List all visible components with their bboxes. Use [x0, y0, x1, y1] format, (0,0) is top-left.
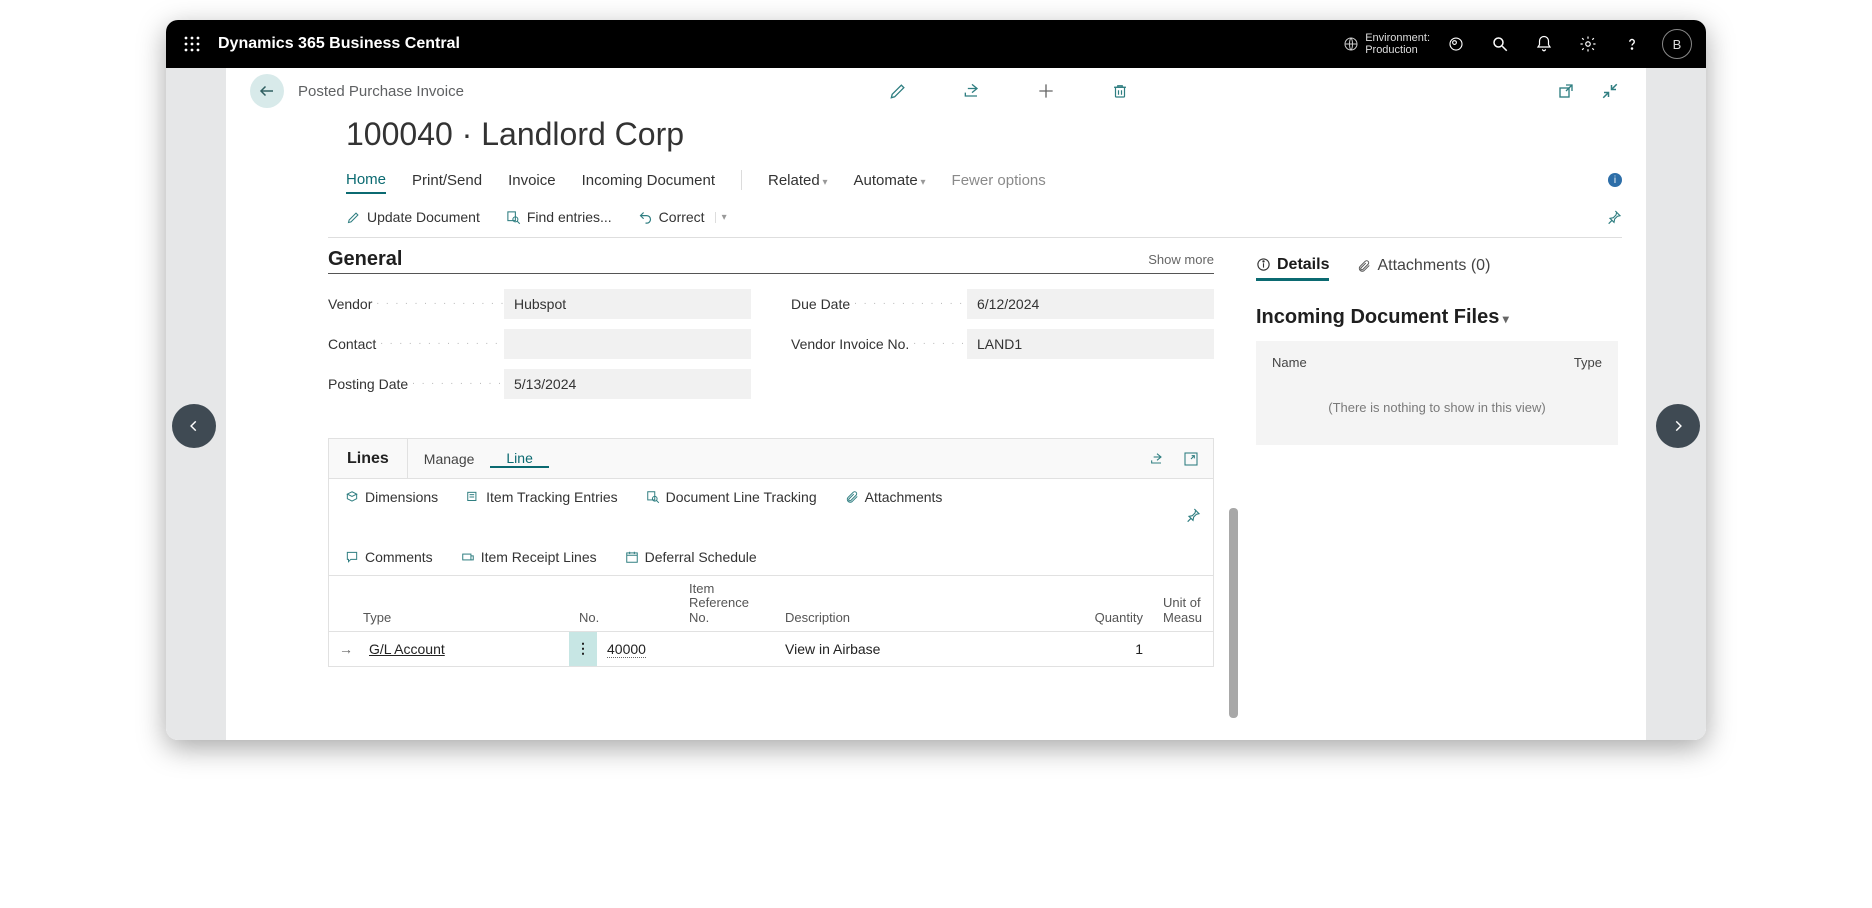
- cell-quantity[interactable]: 1: [1067, 641, 1153, 657]
- field-contact[interactable]: [504, 329, 751, 359]
- table-row[interactable]: → G/L Account ⋮ 40000 View in Airbase 1: [329, 632, 1213, 666]
- user-avatar[interactable]: B: [1662, 29, 1692, 59]
- tab-home[interactable]: Home: [346, 167, 386, 194]
- action-correct[interactable]: Correct: [638, 209, 727, 225]
- comment-icon: [345, 550, 359, 564]
- action-deferral-schedule[interactable]: Deferral Schedule: [625, 549, 757, 565]
- back-button[interactable]: [250, 74, 284, 108]
- action-line-attachments[interactable]: Attachments: [845, 489, 943, 505]
- field-vendor[interactable]: [504, 289, 751, 319]
- lines-title: Lines: [329, 439, 408, 478]
- row-selector-icon[interactable]: →: [329, 641, 359, 657]
- next-record-button[interactable]: [1656, 404, 1700, 448]
- col-item-ref[interactable]: Item Reference No.: [679, 582, 775, 625]
- row-context-menu[interactable]: ⋮: [569, 632, 597, 666]
- prev-record-button[interactable]: [172, 404, 216, 448]
- delete-icon[interactable]: [1108, 79, 1132, 103]
- help-icon[interactable]: [1610, 22, 1654, 66]
- settings-icon[interactable]: [1566, 22, 1610, 66]
- action-comments[interactable]: Comments: [345, 549, 433, 565]
- col-no[interactable]: No.: [569, 582, 679, 625]
- label-contact: Contact: [328, 336, 504, 352]
- lines-tab-manage[interactable]: Manage: [408, 451, 491, 467]
- col-description[interactable]: Description: [775, 582, 1067, 625]
- lines-expand-icon[interactable]: [1183, 451, 1199, 467]
- col-type[interactable]: Type: [329, 582, 569, 625]
- schedule-icon: [625, 550, 639, 564]
- scrollbar-thumb[interactable]: [1229, 508, 1238, 718]
- info-icon: [1256, 257, 1271, 272]
- tab-invoice[interactable]: Invoice: [508, 168, 556, 193]
- field-posting-date[interactable]: [504, 369, 751, 399]
- share-icon[interactable]: [960, 79, 984, 103]
- search-icon[interactable]: [1478, 22, 1522, 66]
- tracking-icon: [466, 490, 480, 504]
- chevron-down-icon: [1499, 306, 1508, 328]
- undo-icon: [638, 210, 653, 225]
- new-icon[interactable]: [1034, 79, 1058, 103]
- pin-icon[interactable]: [1606, 209, 1622, 225]
- action-doc-line-tracking[interactable]: Document Line Tracking: [646, 489, 817, 505]
- action-find-entries[interactable]: Find entries...: [506, 209, 612, 225]
- cell-type[interactable]: G/L Account: [359, 641, 569, 657]
- section-general-title: General: [328, 248, 402, 271]
- menu-automate[interactable]: Automate: [854, 168, 926, 193]
- lines-pin-icon[interactable]: [1185, 507, 1201, 523]
- app-title: Dynamics 365 Business Central: [218, 35, 460, 53]
- receipt-icon: [461, 550, 475, 564]
- tab-print-send[interactable]: Print/Send: [412, 168, 482, 193]
- popout-icon[interactable]: [1554, 79, 1578, 103]
- menu-related[interactable]: Related: [768, 168, 828, 193]
- label-vendor-invoice-no: Vendor Invoice No.: [791, 336, 967, 352]
- tab-attachments[interactable]: Attachments (0): [1357, 257, 1490, 279]
- show-more-link[interactable]: Show more: [1148, 252, 1214, 267]
- field-due-date[interactable]: [967, 289, 1214, 319]
- lines-tab-line[interactable]: Line: [490, 450, 548, 468]
- files-empty-text: (There is nothing to show in this view): [1272, 400, 1602, 415]
- lines-share-icon[interactable]: [1149, 451, 1165, 467]
- paperclip-icon: [1357, 259, 1371, 273]
- dimensions-icon: [345, 490, 359, 504]
- notifications-icon[interactable]: [1522, 22, 1566, 66]
- environment-picker[interactable]: Environment: Production: [1343, 32, 1430, 56]
- cell-no[interactable]: 40000: [597, 641, 679, 657]
- action-update-document[interactable]: Update Document: [346, 209, 480, 225]
- env-value: Production: [1365, 44, 1430, 56]
- collapse-icon[interactable]: [1598, 79, 1622, 103]
- col-uom[interactable]: Unit of Measu: [1153, 582, 1213, 625]
- action-item-receipt-lines[interactable]: Item Receipt Lines: [461, 549, 597, 565]
- action-dimensions[interactable]: Dimensions: [345, 489, 438, 505]
- filecol-type[interactable]: Type: [1574, 355, 1602, 370]
- tab-incoming-document[interactable]: Incoming Document: [582, 168, 715, 193]
- pencil-icon: [346, 210, 361, 225]
- label-vendor: Vendor: [328, 296, 504, 312]
- label-due-date: Due Date: [791, 296, 967, 312]
- find-icon: [506, 210, 521, 225]
- col-quantity[interactable]: Quantity: [1067, 582, 1153, 625]
- edit-icon[interactable]: [886, 79, 910, 103]
- tab-details[interactable]: Details: [1256, 256, 1329, 281]
- incoming-files-heading[interactable]: Incoming Document Files: [1256, 306, 1618, 329]
- document-type: Posted Purchase Invoice: [298, 83, 464, 100]
- doc-tracking-icon: [646, 490, 660, 504]
- info-badge[interactable]: i: [1608, 173, 1622, 187]
- cell-description[interactable]: View in Airbase: [775, 641, 1067, 657]
- field-vendor-invoice-no[interactable]: [967, 329, 1214, 359]
- filecol-name[interactable]: Name: [1272, 355, 1574, 370]
- label-posting-date: Posting Date: [328, 376, 504, 392]
- action-item-tracking[interactable]: Item Tracking Entries: [466, 489, 618, 505]
- fewer-options[interactable]: Fewer options: [952, 168, 1046, 193]
- divider: [741, 170, 742, 190]
- paperclip-icon: [845, 490, 859, 504]
- copilot-icon[interactable]: [1434, 22, 1478, 66]
- document-title: 100040 · Landlord Corp: [226, 110, 1646, 163]
- env-label: Environment:: [1365, 32, 1430, 44]
- app-launcher[interactable]: [172, 24, 212, 64]
